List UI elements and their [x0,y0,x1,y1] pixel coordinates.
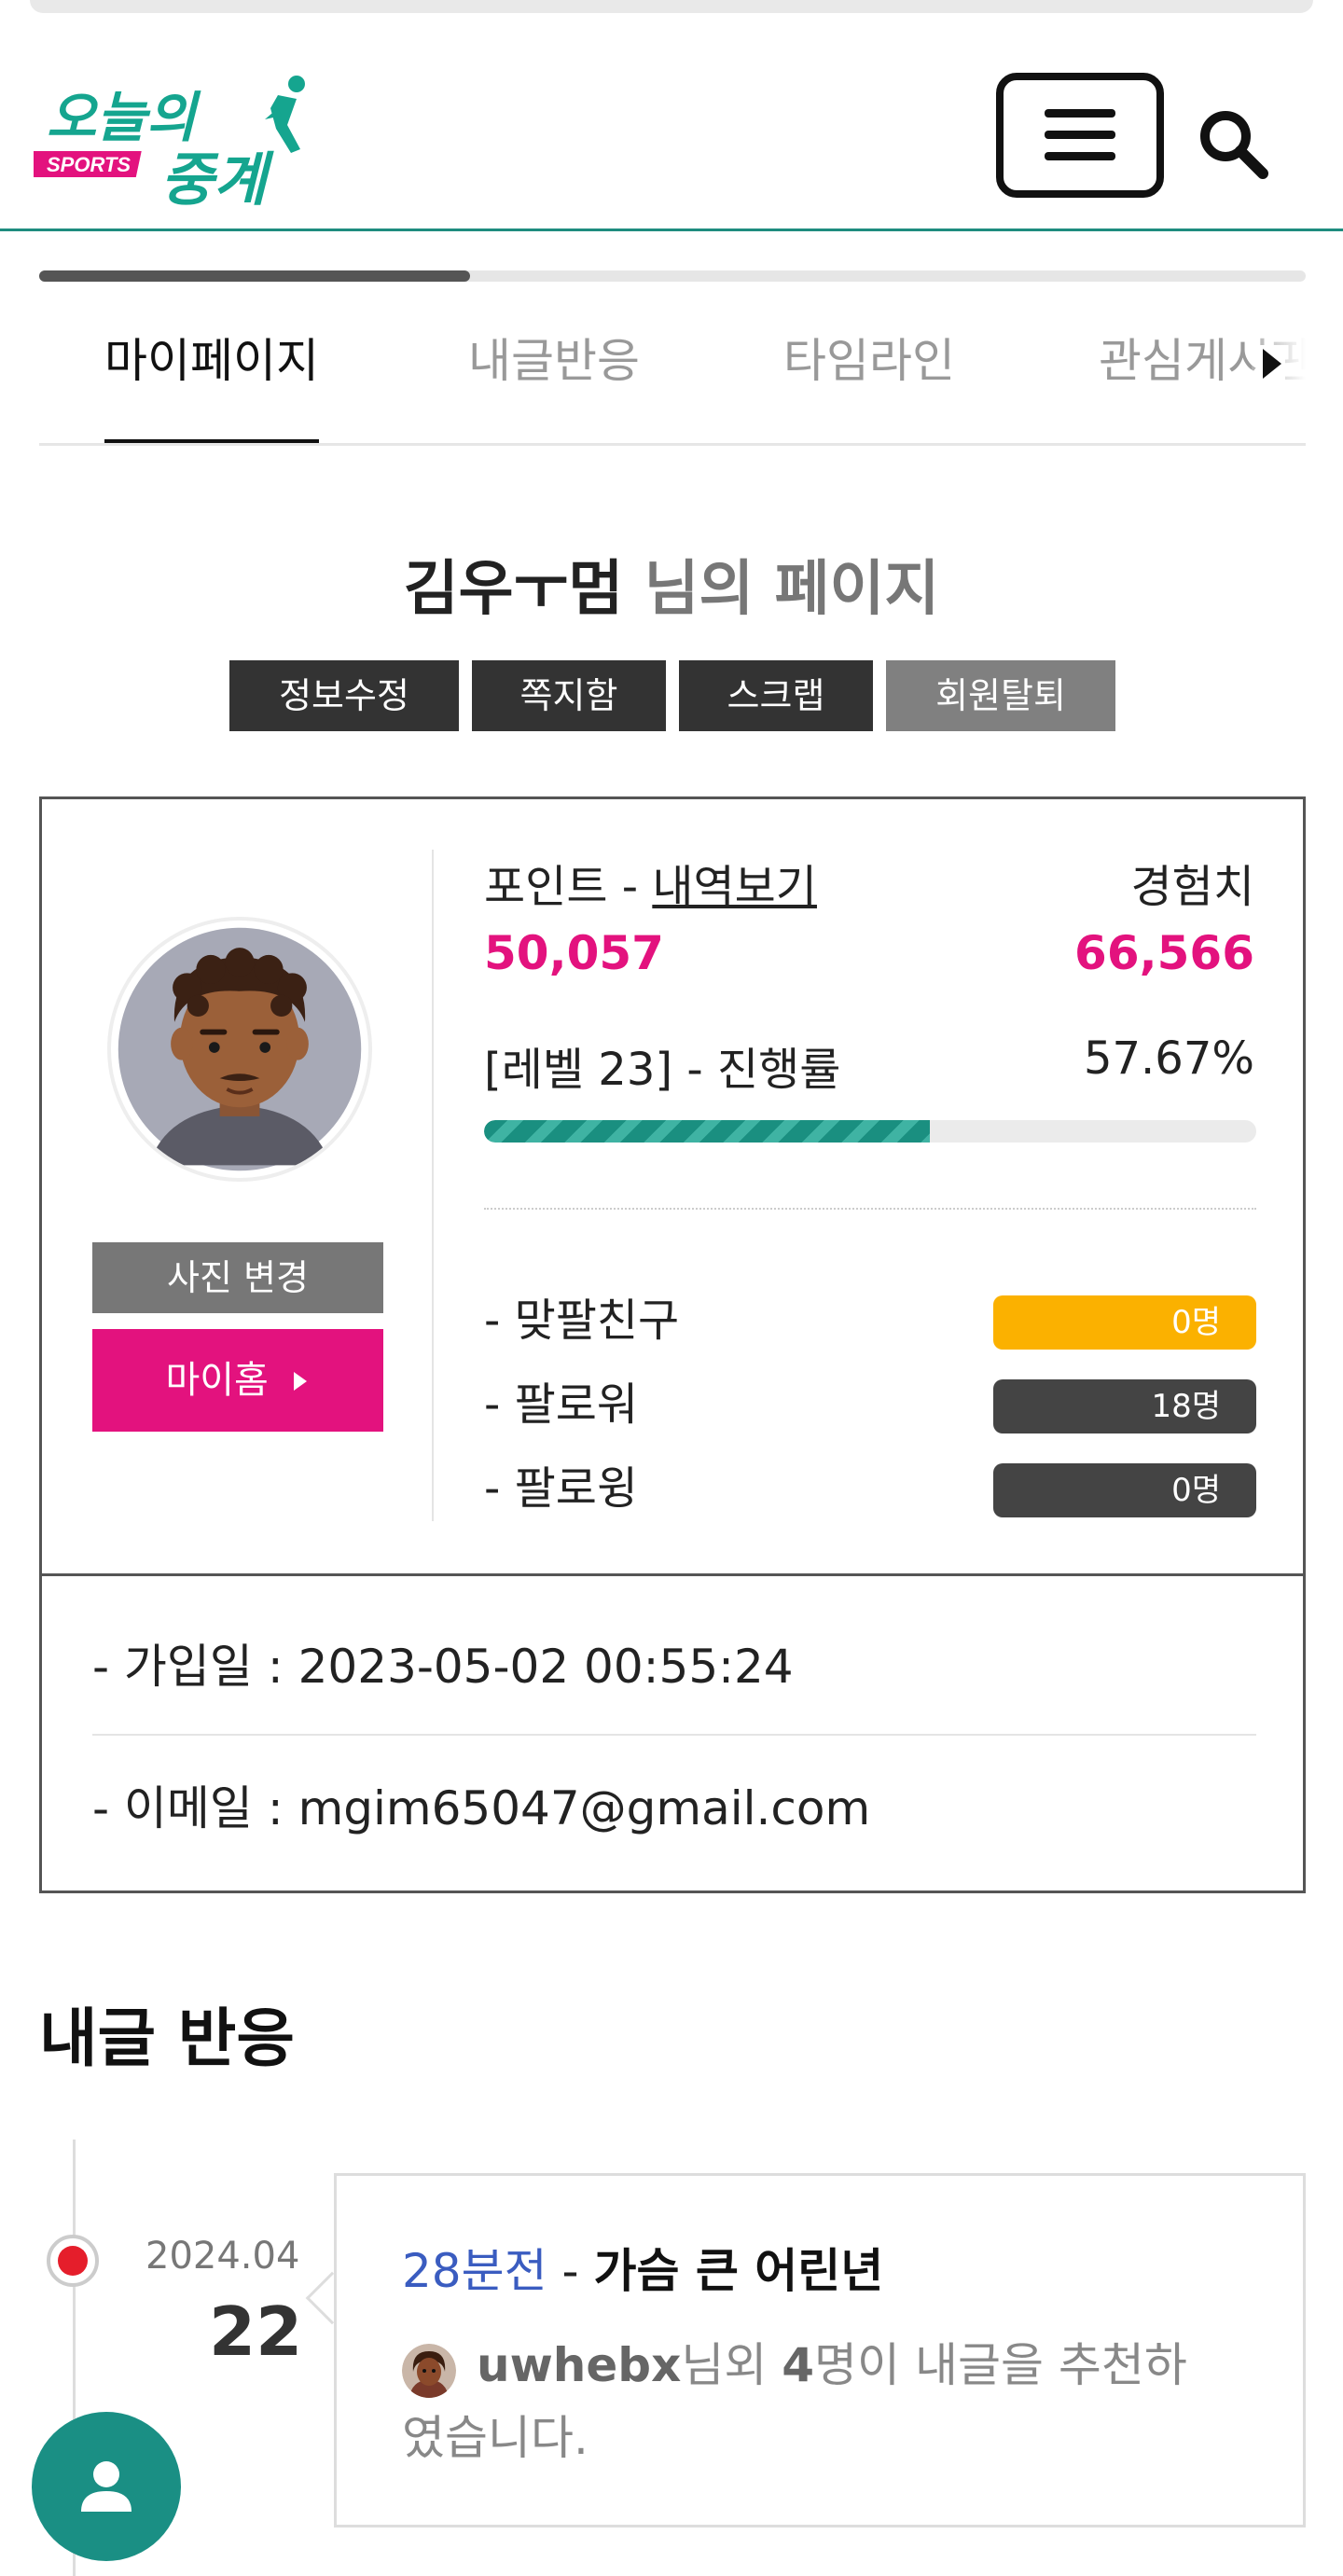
search-icon[interactable] [1196,106,1270,181]
tab-bar: 마이페이지 내글반응 타임라인 관심게시판 [39,300,1306,446]
followers-row[interactable]: - 팔로워 18명 [484,1372,1256,1437]
reaction-count: 4 [782,2338,815,2392]
points-label-text: 포인트 - [484,861,653,913]
menu-button[interactable] [996,73,1164,198]
reaction-text: uwhebx님외 4명이 내글을 추천하였습니다. [402,2329,1204,2474]
caret-right-icon [293,1372,307,1391]
exp-value: 66,566 [1074,926,1254,980]
reaction-text-mid: 님외 [681,2338,782,2392]
following-count: 0명 [993,1463,1256,1517]
tab-scroll-indicator-fill [39,270,470,282]
member-nickname: 김우ㅜ멈 [403,555,624,624]
reaction-time: 28분전 [402,2244,547,2298]
reaction-card[interactable]: 28분전 - 가슴 큰 어린년 uwhebx님외 4명이 내글을 추천하였습니다… [334,2173,1306,2528]
avatar-image [118,927,362,1171]
reactions-section-title: 내글 반응 [39,2002,295,2076]
level-percent: 57.67% [1083,1032,1254,1085]
reaction-heading[interactable]: 28분전 - 가슴 큰 어린년 [402,2234,883,2301]
user-fab-button[interactable] [32,2412,181,2561]
card-divider [42,1573,1303,1576]
reaction-post-title: 가슴 큰 어린년 [593,2244,884,2298]
page-title: 김우ㅜ멈 님의 페이지 [0,541,1343,627]
timeline-dot-icon [47,2235,99,2287]
exp-label: 경험치 [1130,861,1254,913]
reaction-separator: - [547,2244,594,2298]
mutual-friends-row[interactable]: - 맞팔친구 0명 [484,1288,1256,1353]
messages-button[interactable]: 쪽지함 [472,660,666,731]
logo-text-bottom: 중계 [160,148,274,211]
email: - 이메일 : mgim65047@gmail.com [92,1781,871,1835]
following-label: - 팔로윙 [484,1462,639,1515]
site-logo[interactable]: 오늘의 SPORTS 중계 [34,71,313,211]
profile-actions: 정보수정 쪽지함 스크랩 회원탈퇴 [229,660,1115,731]
site-header: 오늘의 SPORTS 중계 [0,13,1343,231]
following-row[interactable]: - 팔로윙 0명 [484,1456,1256,1521]
page-title-suffix: 님의 페이지 [644,555,940,624]
card-column-divider [432,850,434,1521]
profile-card: 사진 변경 마이홈 포인트 - 내역보기 경험치 50,057 66,566 [… [39,796,1306,1893]
points-label: 포인트 - 내역보기 [484,850,817,915]
logo-badge: SPORTS [47,153,131,176]
followers-label: - 팔로워 [484,1378,639,1431]
reactor-username[interactable]: uwhebx [477,2338,681,2392]
card-info-divider [92,1734,1256,1736]
tab-my-reactions[interactable]: 내글반응 [468,300,640,443]
hamburger-icon [1045,109,1115,160]
scrap-button[interactable]: 스크랩 [679,660,873,731]
mutual-friends-count: 0명 [993,1295,1256,1350]
avatar [107,917,372,1182]
withdraw-button[interactable]: 회원탈퇴 [886,660,1115,731]
timeline-month: 2024.04 [145,2235,300,2278]
level-label: [레벨 23] - 진행률 [484,1044,841,1096]
change-photo-button[interactable]: 사진 변경 [92,1242,383,1313]
logo-text-top: 오늘의 [47,88,201,148]
points-history-link[interactable]: 내역보기 [652,861,817,913]
tab-next-arrow-icon[interactable] [1257,345,1285,382]
myhome-button[interactable]: 마이홈 [92,1329,383,1432]
dotted-divider [484,1208,1256,1210]
tab-scroll-indicator [39,270,1306,282]
timeline-day: 22 [209,2292,303,2371]
top-bar-edge [30,0,1313,13]
followers-count: 18명 [993,1379,1256,1433]
runner-icon [265,76,305,153]
level-progress-fill [484,1120,930,1143]
user-icon [81,2461,132,2512]
myhome-label: 마이홈 [165,1359,269,1402]
join-date: - 가입일 : 2023-05-02 00:55:24 [92,1640,794,1694]
edit-info-button[interactable]: 정보수정 [229,660,459,731]
points-value: 50,057 [484,926,664,980]
tab-timeline[interactable]: 타임라인 [783,300,955,443]
tab-mypage[interactable]: 마이페이지 [104,300,319,443]
mutual-friends-label: - 맞팔친구 [484,1295,680,1347]
level-progress-bar [484,1120,1256,1143]
